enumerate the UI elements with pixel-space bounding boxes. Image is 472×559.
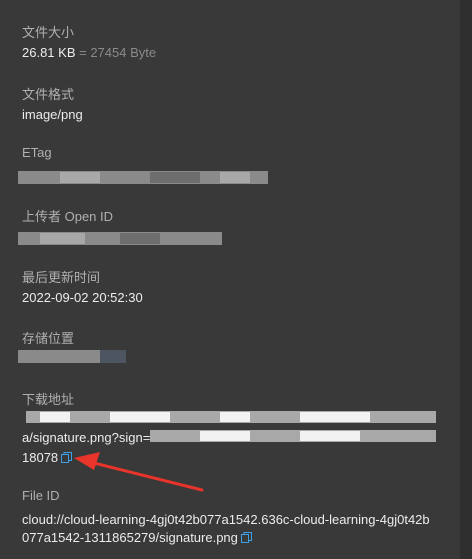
vertical-scrollbar[interactable] — [460, 0, 472, 559]
last-updated-label: 最后更新时间 — [22, 270, 101, 285]
download-url-label: 下载地址 — [22, 392, 75, 407]
file-id-line2: 077a1542-1311865279/signature.png — [22, 530, 252, 545]
file-size-value: 26.81 KB = 27454 Byte — [22, 45, 156, 60]
file-format-label: 文件格式 — [22, 87, 75, 102]
uploader-openid-label: 上传者 Open ID — [22, 209, 114, 224]
file-id-label: File ID — [22, 488, 60, 503]
file-format-value: image/png — [22, 107, 83, 122]
copy-icon[interactable] — [240, 532, 252, 543]
file-detail-panel: 文件大小 26.81 KB = 27454 Byte 文件格式 image/pn… — [0, 0, 460, 559]
last-updated-value: 2022-09-02 20:52:30 — [22, 290, 143, 305]
storage-location-label: 存储位置 — [22, 331, 75, 346]
scrollbar-thumb[interactable] — [463, 305, 469, 345]
red-arrow-annotation — [74, 452, 204, 492]
file-size-kb: 26.81 KB — [22, 45, 76, 60]
file-size-bytes: = 27454 Byte — [79, 45, 157, 60]
file-id-line1: cloud://cloud-learning-4gj0t42b077a1542.… — [22, 512, 430, 527]
etag-label: ETag — [22, 145, 52, 160]
download-url-tail: 18078 — [22, 450, 59, 465]
file-size-label: 文件大小 — [22, 25, 75, 40]
file-id-line2-text: 077a1542-1311865279/signature.png — [22, 530, 238, 545]
